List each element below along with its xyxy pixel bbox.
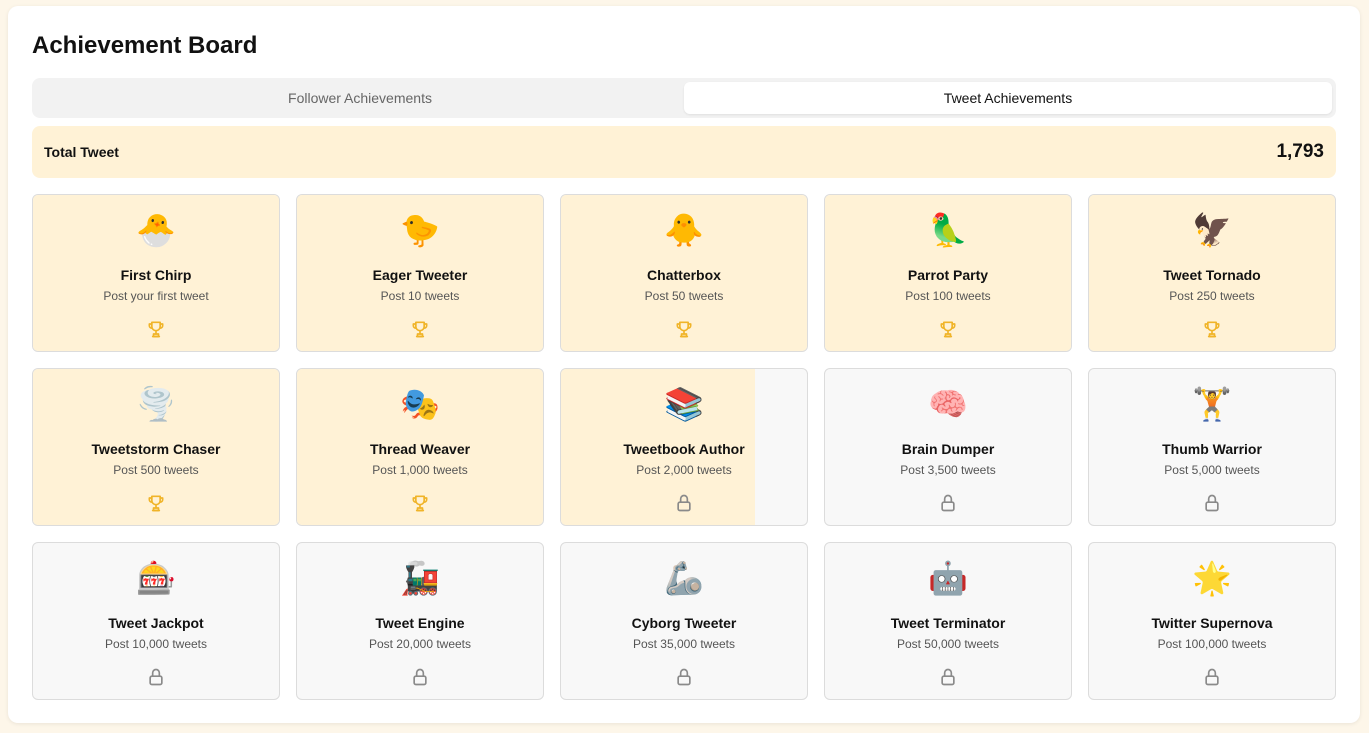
achievement-card[interactable]: 🦜 Parrot Party Post 100 tweets [824, 194, 1072, 352]
achievement-title: Tweet Tornado [1163, 267, 1261, 283]
achievement-card-content: 🎰 Tweet Jackpot Post 10,000 tweets [33, 543, 279, 699]
page-title: Achievement Board [32, 32, 258, 59]
theater-masks-icon: 🎭 [400, 385, 440, 423]
lock-icon [1202, 667, 1222, 687]
books-icon: 📚 [664, 385, 704, 423]
achievement-card[interactable]: 🎰 Tweet Jackpot Post 10,000 tweets [32, 542, 280, 700]
achievement-card-content: 🦅 Tweet Tornado Post 250 tweets [1089, 195, 1335, 351]
tab-tweet-achievements[interactable]: Tweet Achievements [684, 82, 1332, 114]
achievement-description: Post 35,000 tweets [632, 637, 736, 651]
lock-icon [674, 493, 694, 513]
achievement-description: Post 500 tweets [113, 463, 199, 477]
achievement-card[interactable]: 🦾 Cyborg Tweeter Post 35,000 tweets [560, 542, 808, 700]
achievement-card[interactable]: 🤖 Tweet Terminator Post 50,000 tweets [824, 542, 1072, 700]
achievement-title: Tweet Terminator [890, 615, 1006, 631]
achievement-tabs: Follower Achievements Tweet Achievements [32, 78, 1336, 118]
tornado-icon: 🌪️ [136, 385, 176, 423]
achievement-card-content: 🦾 Cyborg Tweeter Post 35,000 tweets [561, 543, 807, 699]
achievement-description: Post 3,500 tweets [900, 463, 996, 477]
achievement-card[interactable]: 🦅 Tweet Tornado Post 250 tweets [1088, 194, 1336, 352]
lock-icon [146, 667, 166, 687]
eagle-icon: 🦅 [1192, 211, 1232, 249]
trophy-icon [146, 319, 166, 339]
parrot-icon: 🦜 [928, 211, 968, 249]
achievement-card-content: 🏋️ Thumb Warrior Post 5,000 tweets [1089, 369, 1335, 525]
achievement-title: Chatterbox [647, 267, 721, 283]
achievement-title: Eager Tweeter [372, 267, 468, 283]
lock-icon [938, 493, 958, 513]
achievement-card-content: 🧠 Brain Dumper Post 3,500 tweets [825, 369, 1071, 525]
achievement-card-content: 🌪️ Tweetstorm Chaser Post 500 tweets [33, 369, 279, 525]
achievement-description: Post 50,000 tweets [896, 637, 1000, 651]
total-tweet-value: 1,793 [1276, 141, 1324, 162]
achievement-card[interactable]: 🐥 Chatterbox Post 50 tweets [560, 194, 808, 352]
achievement-description: Post 10 tweets [380, 289, 460, 303]
robot-icon: 🤖 [928, 559, 968, 597]
achievement-board: Achievement Board Follower Achievements … [8, 6, 1360, 723]
achievement-description: Post 10,000 tweets [104, 637, 208, 651]
trophy-icon [146, 493, 166, 513]
achievement-card[interactable]: 🚂 Tweet Engine Post 20,000 tweets [296, 542, 544, 700]
achievement-card[interactable]: 🐤 Eager Tweeter Post 10 tweets [296, 194, 544, 352]
achievement-card-content: 🚂 Tweet Engine Post 20,000 tweets [297, 543, 543, 699]
achievement-description: Post 5,000 tweets [1164, 463, 1260, 477]
trophy-icon [410, 319, 430, 339]
achievement-description: Post your first tweet [103, 289, 209, 303]
achievement-description: Post 20,000 tweets [368, 637, 472, 651]
achievement-card[interactable]: 📚 Tweetbook Author Post 2,000 tweets [560, 368, 808, 526]
achievement-title: First Chirp [120, 267, 192, 283]
total-tweet-label: Total Tweet [44, 144, 119, 160]
achievement-card[interactable]: 🏋️ Thumb Warrior Post 5,000 tweets [1088, 368, 1336, 526]
achievement-card[interactable]: 🌪️ Tweetstorm Chaser Post 500 tweets [32, 368, 280, 526]
trophy-icon [674, 319, 694, 339]
achievement-title: Tweetstorm Chaser [91, 441, 221, 457]
total-tweet-bar: Total Tweet 1,793 [32, 126, 1336, 178]
slot-machine-icon: 🎰 [136, 559, 176, 597]
weightlifter-icon: 🏋️ [1192, 385, 1232, 423]
achievement-description: Post 1,000 tweets [372, 463, 468, 477]
achievement-card[interactable]: 🐣 First Chirp Post your first tweet [32, 194, 280, 352]
achievement-card-content: 🐥 Chatterbox Post 50 tweets [561, 195, 807, 351]
achievement-title: Parrot Party [907, 267, 989, 283]
achievement-card-content: 🐤 Eager Tweeter Post 10 tweets [297, 195, 543, 351]
trophy-icon [410, 493, 430, 513]
tab-follower-achievements[interactable]: Follower Achievements [36, 82, 684, 114]
achievement-description: Post 50 tweets [644, 289, 724, 303]
achievement-card-content: 🐣 First Chirp Post your first tweet [33, 195, 279, 351]
achievement-card-content: 🦜 Parrot Party Post 100 tweets [825, 195, 1071, 351]
lock-icon [410, 667, 430, 687]
achievement-card-content: 🌟 Twitter Supernova Post 100,000 tweets [1089, 543, 1335, 699]
hatching-chick-icon: 🐣 [136, 211, 176, 249]
achievement-title: Brain Dumper [901, 441, 995, 457]
achievement-title: Thread Weaver [369, 441, 471, 457]
achievement-description: Post 100 tweets [905, 289, 991, 303]
achievement-description: Post 100,000 tweets [1157, 637, 1267, 651]
baby-chick-icon: 🐤 [400, 211, 440, 249]
achievement-description: Post 2,000 tweets [636, 463, 732, 477]
achievement-description: Post 250 tweets [1169, 289, 1255, 303]
achievement-title: Tweet Jackpot [108, 615, 204, 631]
achievement-title: Thumb Warrior [1162, 441, 1262, 457]
lock-icon [938, 667, 958, 687]
achievement-card-content: 🤖 Tweet Terminator Post 50,000 tweets [825, 543, 1071, 699]
lock-icon [674, 667, 694, 687]
achievement-card-content: 📚 Tweetbook Author Post 2,000 tweets [561, 369, 807, 525]
brain-icon: 🧠 [928, 385, 968, 423]
achievement-card-content: 🎭 Thread Weaver Post 1,000 tweets [297, 369, 543, 525]
lock-icon [1202, 493, 1222, 513]
achievement-card[interactable]: 🎭 Thread Weaver Post 1,000 tweets [296, 368, 544, 526]
achievement-card[interactable]: 🌟 Twitter Supernova Post 100,000 tweets [1088, 542, 1336, 700]
achievement-card[interactable]: 🧠 Brain Dumper Post 3,500 tweets [824, 368, 1072, 526]
achievement-title: Tweetbook Author [623, 441, 745, 457]
achievement-title: Cyborg Tweeter [631, 615, 737, 631]
trophy-icon [938, 319, 958, 339]
locomotive-icon: 🚂 [400, 559, 440, 597]
front-facing-chick-icon: 🐥 [664, 211, 704, 249]
trophy-icon [1202, 319, 1222, 339]
achievement-title: Twitter Supernova [1151, 615, 1273, 631]
achievement-title: Tweet Engine [375, 615, 465, 631]
mechanical-arm-icon: 🦾 [664, 559, 704, 597]
glowing-star-icon: 🌟 [1192, 559, 1232, 597]
achievement-grid: 🐣 First Chirp Post your first tweet 🐤 Eager … [32, 194, 1336, 700]
